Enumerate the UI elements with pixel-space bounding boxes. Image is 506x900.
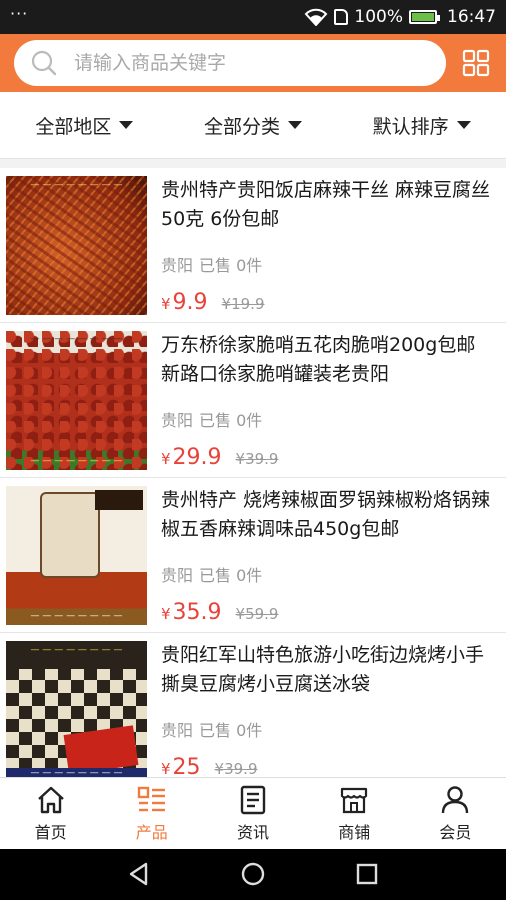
tab-home-label: 首页 [34, 823, 67, 842]
filter-category[interactable]: 全部分类 [169, 92, 338, 158]
product-image: — — — — — — — — — — — — — — — — [6, 641, 147, 777]
product-title: 万东桥徐家脆哨五花肉脆哨200g包邮新路口徐家脆哨罐装老贵阳 [161, 334, 476, 385]
product-sold: 已售 0件 [199, 566, 263, 585]
filter-region[interactable]: 全部地区 [0, 92, 169, 158]
filter-region-label: 全部地区 [35, 115, 112, 138]
tab-news[interactable]: 资讯 [202, 778, 303, 850]
search-input[interactable] [72, 51, 446, 75]
tab-member[interactable]: 会员 [405, 778, 506, 850]
shop-icon [341, 787, 368, 814]
product-sold: 已售 0件 [199, 256, 263, 275]
recents-square-icon[interactable] [354, 861, 380, 887]
home-circle-icon[interactable] [240, 861, 266, 887]
tab-member-label: 会员 [439, 823, 472, 842]
tab-products-label: 产品 [135, 823, 168, 842]
wifi-icon [305, 8, 328, 26]
product-price: ¥9.9 [161, 290, 208, 315]
tab-news-label: 资讯 [237, 823, 270, 842]
product-location: 贵阳 [161, 256, 194, 275]
product-meta: 贵阳 已售 0件 [161, 562, 494, 586]
product-meta: 贵阳 已售 0件 [161, 717, 494, 741]
tab-shops-label: 商铺 [338, 823, 371, 842]
user-icon [442, 786, 469, 814]
news-icon [240, 785, 266, 815]
product-title: 贵州特产 烧烤辣椒面罗锅辣椒粉烙锅辣椒五香麻辣调味品450g包邮 [161, 489, 491, 540]
category-grid-icon[interactable] [462, 49, 490, 77]
caret-down-icon [119, 121, 134, 129]
status-bar: ··· 100% 16:47 [0, 0, 506, 34]
product-price: ¥29.9 [161, 445, 222, 470]
caret-down-icon [288, 121, 303, 129]
notification-dots: ··· [10, 4, 29, 23]
home-icon [37, 786, 64, 814]
product-sold: 已售 0件 [199, 411, 263, 430]
bottom-tab-bar: 首页 产品 资讯 商铺 会员 [0, 777, 506, 850]
clock: 16:47 [447, 7, 496, 27]
tab-products[interactable]: 产品 [101, 778, 202, 850]
product-item[interactable]: — — — — — — — — — — — — — — — — 万东桥徐家脆哨五… [0, 323, 506, 478]
tab-shops[interactable]: 商铺 [304, 778, 405, 850]
filter-sort-label: 默认排序 [372, 115, 449, 138]
product-original-price: ¥39.9 [235, 450, 279, 468]
product-list-icon [137, 786, 165, 812]
product-location: 贵阳 [161, 721, 194, 740]
tab-home[interactable]: 首页 [0, 778, 101, 850]
product-price: ¥35.9 [161, 600, 222, 625]
product-sold: 已售 0件 [199, 721, 263, 740]
product-item[interactable]: — — — — — — — — — — — — — — — — 贵阳红军山特色旅… [0, 633, 506, 777]
header [0, 34, 506, 92]
product-meta: 贵阳 已售 0件 [161, 407, 494, 431]
caret-down-icon [456, 121, 471, 129]
search-bar[interactable] [14, 40, 446, 86]
filter-bar: 全部地区 全部分类 默认排序 [0, 92, 506, 159]
product-price: ¥25 [161, 755, 201, 777]
product-image: — — — — — — — — [6, 176, 147, 315]
product-title: 贵阳红军山特色旅游小吃街边烧烤小手撕臭豆腐烤小豆腐送冰袋 [161, 644, 485, 695]
product-original-price: ¥59.9 [235, 605, 279, 623]
product-original-price: ¥39.9 [214, 760, 258, 777]
filter-category-label: 全部分类 [204, 115, 281, 138]
sim-icon [334, 9, 349, 25]
search-icon [31, 50, 57, 76]
product-title: 贵州特产贵阳饭店麻辣干丝 麻辣豆腐丝50克 6份包邮 [161, 179, 491, 230]
system-nav-bar [0, 849, 506, 900]
product-meta: 贵阳 已售 0件 [161, 252, 494, 276]
product-location: 贵阳 [161, 566, 194, 585]
battery-percent: 100% [354, 7, 403, 27]
back-icon[interactable] [126, 861, 152, 887]
product-image: — — — — — — — — — — — — — — — — [6, 331, 147, 470]
product-original-price: ¥19.9 [221, 295, 265, 313]
product-item[interactable]: — — — — — — — — 贵州特产 烧烤辣椒面罗锅辣椒粉烙锅辣椒五香麻辣调… [0, 478, 506, 633]
battery-icon [409, 10, 440, 24]
product-item[interactable]: — — — — — — — — 贵州特产贵阳饭店麻辣干丝 麻辣豆腐丝50克 6份… [0, 168, 506, 323]
product-location: 贵阳 [161, 411, 194, 430]
filter-sort[interactable]: 默认排序 [337, 92, 506, 158]
product-list[interactable]: — — — — — — — — 贵州特产贵阳饭店麻辣干丝 麻辣豆腐丝50克 6份… [0, 168, 506, 777]
product-image: — — — — — — — — [6, 486, 147, 625]
